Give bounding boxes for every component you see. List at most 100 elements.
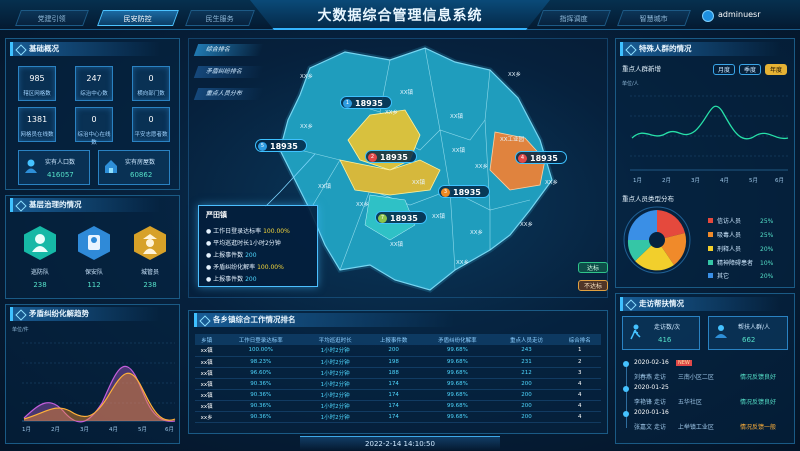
map-label: XX镇	[450, 114, 464, 120]
conflict-title: 矛盾纠纷化解趋势	[10, 307, 160, 321]
cell: 99.68%	[420, 345, 495, 357]
event-place: 五华社区	[677, 399, 702, 406]
popup-row-value: 200	[245, 252, 257, 259]
popup-row-value: 100.00%	[263, 228, 290, 235]
cell: 99.68%	[420, 411, 495, 423]
table-row[interactable]: xx镇 90.36% 1小时2分钟 174 99.68% 200 4	[195, 400, 601, 412]
cell: 1小时2分钟	[303, 345, 368, 357]
map-marker-3[interactable]: 3 18935	[438, 185, 490, 198]
event-line[interactable]: 张嘉文 走访 上举镇工业区	[634, 422, 714, 431]
column-header: 乡镇	[195, 334, 219, 345]
stat-value: 0	[148, 74, 154, 83]
map-label: XX乡	[300, 74, 314, 80]
dist-legend-item: 精神障碍患者	[708, 258, 753, 270]
marker-badge: 7	[378, 214, 387, 223]
event-date: 2020-01-25	[634, 384, 669, 391]
table-row[interactable]: xx镇 90.36% 1小时2分钟 174 99.68% 200 4	[195, 389, 601, 401]
table-row[interactable]: xx乡 90.36% 1小时2分钟 174 99.68% 200 4	[195, 411, 601, 423]
event-line[interactable]: 李艳锋 走访 五华社区	[634, 397, 702, 406]
help-count-label: 帮扶人群/人	[738, 324, 771, 331]
cell: 4	[558, 400, 601, 412]
tab-label: 指挥调度	[559, 15, 588, 23]
cell: 99.68%	[420, 367, 495, 379]
marker-value: 18935	[390, 214, 418, 223]
dist-pct: 20%	[760, 246, 774, 253]
user-name[interactable]: adminuesr	[718, 10, 761, 19]
cell: 2	[558, 356, 601, 368]
stat-center-online: 0 综治中心在线数	[75, 107, 113, 146]
cell: 4	[558, 389, 601, 401]
guard-value: 112	[87, 281, 101, 289]
cell: 174	[367, 389, 421, 401]
map-marker-2[interactable]: 2 18935	[365, 150, 417, 163]
stat-label: 网格员在线数	[20, 132, 54, 138]
ranking-table: 乡镇 工作日登录达标率 平均巡逛时长 上报事件数 矛盾纠纷化解率 重点人员走访 …	[195, 334, 601, 423]
dist-label: 其它	[717, 273, 730, 280]
conflict-trend-chart	[22, 342, 176, 423]
map-label: XX乡	[456, 260, 470, 266]
popup-row: ● 工作日登录达标率 100.00%	[206, 228, 290, 235]
patrol-value: 238	[33, 281, 47, 289]
stat-label: 平安志愿者数	[134, 132, 168, 138]
cell: 200	[494, 389, 559, 401]
map-label: XX镇	[452, 148, 466, 154]
map-label: XX乡	[475, 164, 489, 170]
cell: 99.68%	[420, 400, 495, 412]
event-name: 李艳锋	[634, 399, 653, 406]
stat-gridman-online: 1381 网格员在线数	[18, 107, 56, 142]
map-label: XX镇	[390, 242, 404, 248]
column-header: 上报事件数	[367, 334, 421, 345]
legend-fail-button[interactable]: 不达标	[578, 280, 608, 291]
period-yearly-button[interactable]: 年度	[765, 64, 787, 75]
cell: 99.68%	[420, 378, 495, 390]
cell: 99.68%	[420, 389, 495, 401]
event-line[interactable]: 刘春燕 走访 三南小区二区	[634, 372, 714, 381]
table-row[interactable]: xx镇 100.00% 1小时2分钟 200 99.68% 243 1	[195, 345, 601, 357]
map-marker-1[interactable]: 1 18935	[340, 96, 392, 109]
marker-value: 18935	[355, 99, 383, 108]
stat-value: 0	[148, 115, 154, 124]
dist-legend-item: 吸毒人员	[708, 230, 741, 242]
tab-smart-city[interactable]: 智慧城市	[617, 10, 691, 26]
user-avatar-icon[interactable]	[702, 10, 714, 22]
tab-public-security[interactable]: 民安防控	[97, 10, 179, 26]
dist-label: 信访人员	[717, 218, 742, 225]
popup-row-label: 工作日登录达标率	[213, 228, 262, 235]
stat-value: 247	[86, 74, 102, 83]
map-marker-4[interactable]: 4 18935	[515, 151, 567, 164]
tab-command[interactable]: 指挥调度	[537, 10, 611, 26]
legend-ok-button[interactable]: 达标	[578, 262, 608, 273]
map-marker-7[interactable]: 7 18935	[375, 211, 427, 224]
map-label: XX乡	[508, 72, 522, 78]
map-marker-5[interactable]: 5 18935	[255, 139, 307, 152]
event-status: 情况反馈一般	[740, 424, 777, 431]
event-name: 刘春燕	[634, 374, 653, 381]
basic-title: 基础概况	[10, 42, 160, 56]
stat-value: 985	[29, 74, 45, 83]
map-label: XX镇	[400, 90, 414, 96]
cell: 90.36%	[218, 411, 304, 423]
cell: 198	[367, 356, 421, 368]
table-row[interactable]: xx镇 96.60% 1小时2分钟 188 99.68% 212 3	[195, 367, 601, 379]
column-header: 平均巡逛时长	[303, 334, 368, 345]
cell: 212	[494, 367, 559, 379]
guard-label: 保安队	[84, 269, 103, 276]
cell: 3	[558, 367, 601, 379]
table-row[interactable]: xx镇 98.23% 1小时2分钟 198 99.68% 231 2	[195, 356, 601, 368]
special-x-1: 1月	[633, 178, 642, 184]
stat-dept-count: 0 横向部门数	[132, 66, 170, 101]
cell: 174	[367, 411, 421, 423]
period-quarterly-button[interactable]: 季度	[739, 64, 761, 75]
cell: xx镇	[195, 345, 219, 357]
marker-badge: 5	[258, 142, 267, 151]
tab-label: 民安防控	[123, 15, 152, 23]
period-monthly-button[interactable]: 月度	[713, 64, 735, 75]
tab-party-building[interactable]: 党建引领	[15, 10, 89, 26]
officer-label: 城管员	[140, 269, 159, 276]
table-row[interactable]: xx镇 90.36% 1小时2分钟 174 99.68% 200 4	[195, 378, 601, 390]
tab-livelihood[interactable]: 民生服务	[185, 10, 255, 26]
walking-person-icon	[628, 324, 642, 340]
special-title: 特殊人群的情况	[620, 42, 780, 56]
cell: 1小时2分钟	[303, 411, 368, 423]
cell: xx镇	[195, 367, 219, 379]
